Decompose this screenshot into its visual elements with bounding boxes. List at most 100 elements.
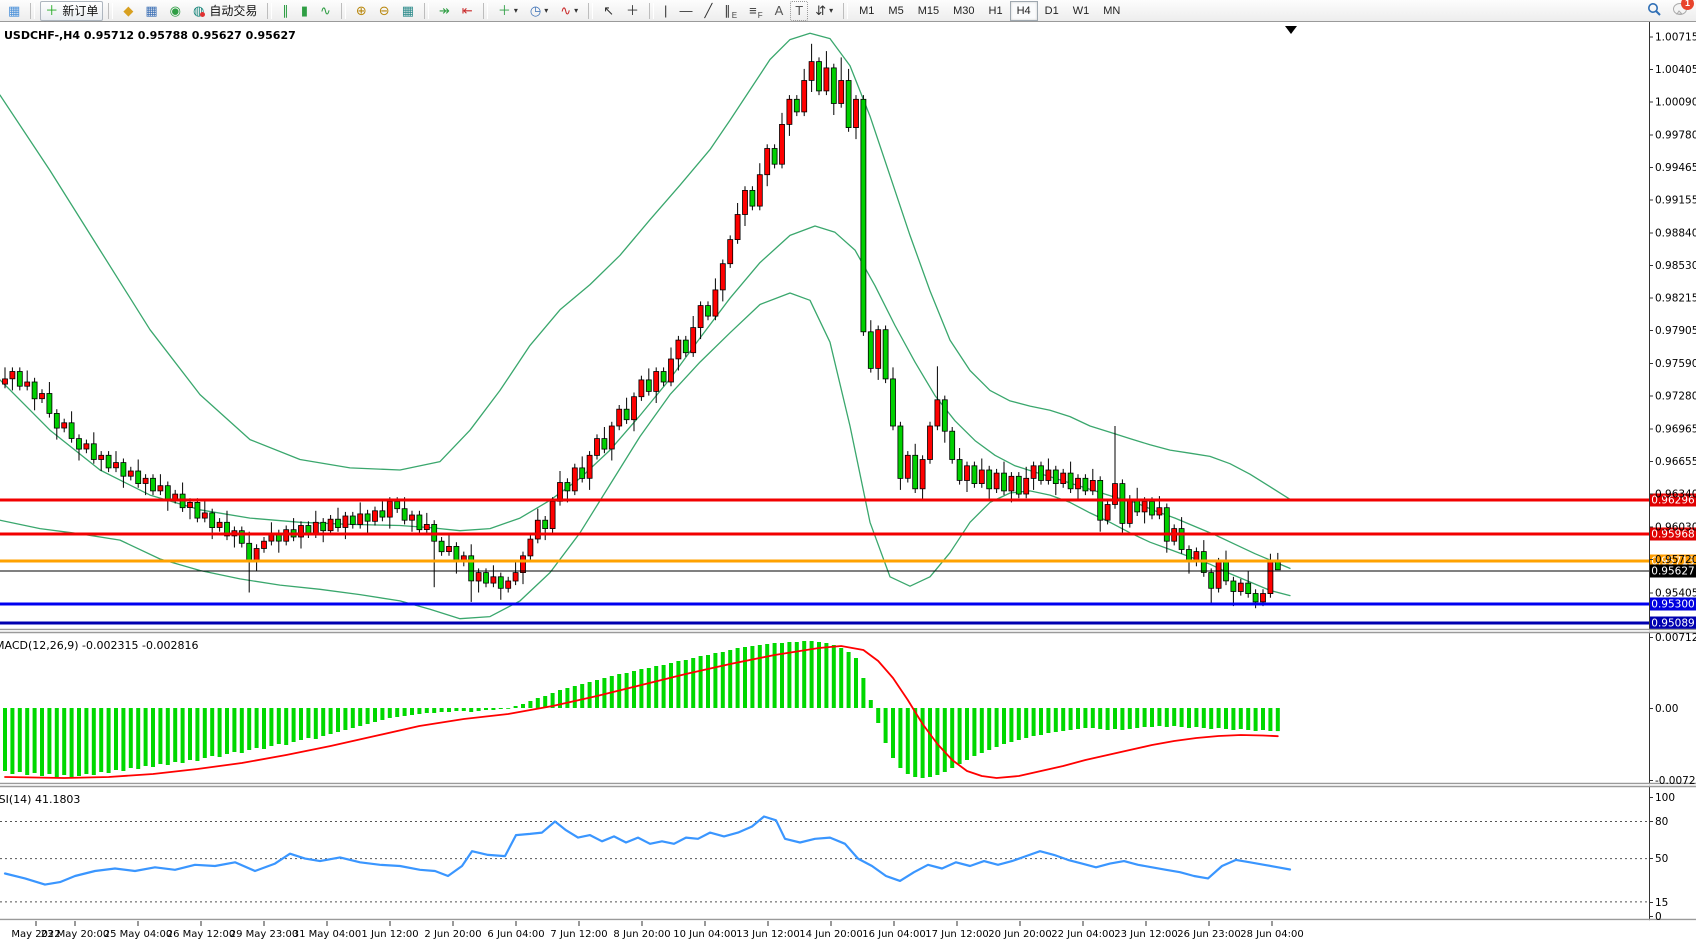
toolbar-right: 1 [1636, 0, 1690, 22]
time-axis-label: 23 May 20:00 [41, 929, 110, 940]
horizontal-line-button[interactable]: — [674, 1, 697, 21]
candle [683, 340, 688, 353]
crosshair-button[interactable]: ＋ [621, 1, 644, 21]
macd-histogram-bar [743, 647, 747, 708]
macd-histogram-bar [876, 708, 880, 723]
candle [402, 509, 407, 521]
candlestick-chart-button[interactable]: ▮ [296, 1, 313, 21]
profiles-button[interactable]: ◷▾ [525, 1, 553, 21]
tool-sub-letter: E [732, 11, 737, 20]
macd-histogram-bar [1239, 708, 1243, 729]
candle [979, 470, 984, 484]
macd-histogram-bar [632, 671, 636, 708]
arrows-button[interactable]: ⇵▾ [810, 1, 838, 21]
vertical-line-button[interactable]: | [659, 1, 672, 21]
timeframe-m5-button[interactable]: M5 [881, 1, 910, 21]
candle [17, 372, 22, 387]
candle [1246, 583, 1251, 594]
timeframe-d1-button[interactable]: D1 [1038, 1, 1066, 21]
candle [1061, 473, 1066, 484]
chart-shift-button[interactable]: ⇤ [457, 1, 478, 21]
macd-histogram-bar [595, 680, 599, 708]
macd-histogram-bar [669, 663, 673, 708]
macd-histogram-bar [321, 708, 325, 736]
time-axis-label: 29 May 23:00 [230, 929, 299, 940]
auto-scroll-button[interactable]: ↠ [434, 1, 455, 21]
timeframe-h1-button[interactable]: H1 [982, 1, 1010, 21]
candle [691, 328, 696, 353]
chart-canvas[interactable]: 0.962960.959680.957130.956270.953000.950… [0, 22, 1696, 945]
zoom-out-button[interactable]: ⊖ [374, 1, 395, 21]
trendline-glyph: ╱ [704, 2, 712, 20]
candle [439, 541, 444, 552]
new-chart-button[interactable]: ＋▾ [493, 1, 523, 21]
macd-histogram-bar [10, 708, 14, 774]
indicators-list-button[interactable]: ∿▾ [555, 1, 583, 21]
equidistant-channel-button[interactable]: ∥E [719, 1, 742, 21]
macd-histogram-bar [987, 708, 991, 750]
fibonacci-button[interactable]: ≡F [744, 1, 767, 21]
macd-histogram-bar [1150, 708, 1154, 727]
line-chart-glyph: ∿ [320, 2, 331, 20]
line-chart-button[interactable]: ∿ [315, 1, 336, 21]
macd-histogram-bar [1268, 708, 1272, 731]
data-signal-icon[interactable]: ◉ [165, 1, 186, 21]
auto-trading-button[interactable]: ◍自动交易 [188, 1, 262, 21]
timeframe-h4-button[interactable]: H4 [1010, 1, 1038, 21]
toolbar-separator [843, 3, 848, 19]
candle [646, 380, 651, 392]
timeframe-w1-button[interactable]: W1 [1066, 1, 1097, 21]
macd-histogram-bar [1032, 708, 1036, 736]
macd-histogram-bar [166, 708, 170, 765]
macd-histogram-bar [1120, 708, 1124, 730]
time-axis-label: 10 Jun 04:00 [673, 929, 737, 940]
bar-chart-button[interactable]: ∥ [277, 1, 294, 21]
macd-histogram-bar [1172, 708, 1176, 726]
text-label-button[interactable]: T [790, 1, 808, 21]
macd-histogram-bar [750, 646, 754, 708]
macd-histogram-bar [1165, 708, 1169, 727]
timeframe-m15-button[interactable]: M15 [911, 1, 946, 21]
candle [854, 99, 859, 127]
tile-windows-button[interactable]: ▦ [397, 1, 419, 21]
candle [424, 524, 429, 529]
candle [1009, 476, 1014, 491]
macd-histogram-bar [1039, 708, 1043, 735]
candle [1083, 478, 1088, 491]
text-button[interactable]: A [770, 1, 789, 21]
macd-histogram-bar [232, 708, 236, 752]
candle [609, 426, 614, 449]
cursor-button[interactable]: ↖ [598, 1, 619, 21]
window-icon-partial[interactable]: ▦ [3, 1, 25, 21]
price-tick-label: 0.96965 [1655, 424, 1696, 436]
timeframe-m1-button[interactable]: M1 [852, 1, 881, 21]
macd-histogram-bar [639, 669, 643, 708]
macd-histogram-bar [884, 708, 888, 743]
macd-histogram-bar [847, 652, 851, 708]
macd-histogram-bar [107, 708, 111, 773]
market-watch-icon[interactable]: ▦ [140, 1, 162, 21]
macd-histogram-bar [247, 708, 251, 750]
timeframe-mn-button[interactable]: MN [1096, 1, 1127, 21]
macd-histogram-bar [713, 653, 717, 708]
macd-histogram-bar [1017, 708, 1021, 740]
new-order-button[interactable]: ＋新订单 [40, 1, 103, 21]
candle [698, 306, 703, 328]
candle [1002, 473, 1007, 491]
trendline-button[interactable]: ╱ [699, 1, 717, 21]
axes-layer: 1.007151.004051.000900.997800.994650.991… [0, 22, 1696, 940]
candle [1127, 499, 1132, 523]
chart-shift-marker[interactable] [1285, 26, 1297, 34]
history-center-icon[interactable]: ◆ [118, 1, 138, 21]
candle [802, 81, 807, 112]
macd-histogram-bar [721, 652, 725, 708]
macd-histogram-bar [1054, 708, 1058, 732]
macd-histogram-bar [1113, 708, 1117, 729]
zoom-in-button[interactable]: ⊕ [351, 1, 372, 21]
candle [77, 439, 82, 450]
search-icon[interactable] [1646, 1, 1662, 22]
rsi-tick-label: 0 [1655, 911, 1662, 923]
timeframe-m30-button[interactable]: M30 [946, 1, 981, 21]
notifications-icon[interactable]: 1 [1672, 1, 1690, 22]
macd-histogram-bar [380, 708, 384, 720]
